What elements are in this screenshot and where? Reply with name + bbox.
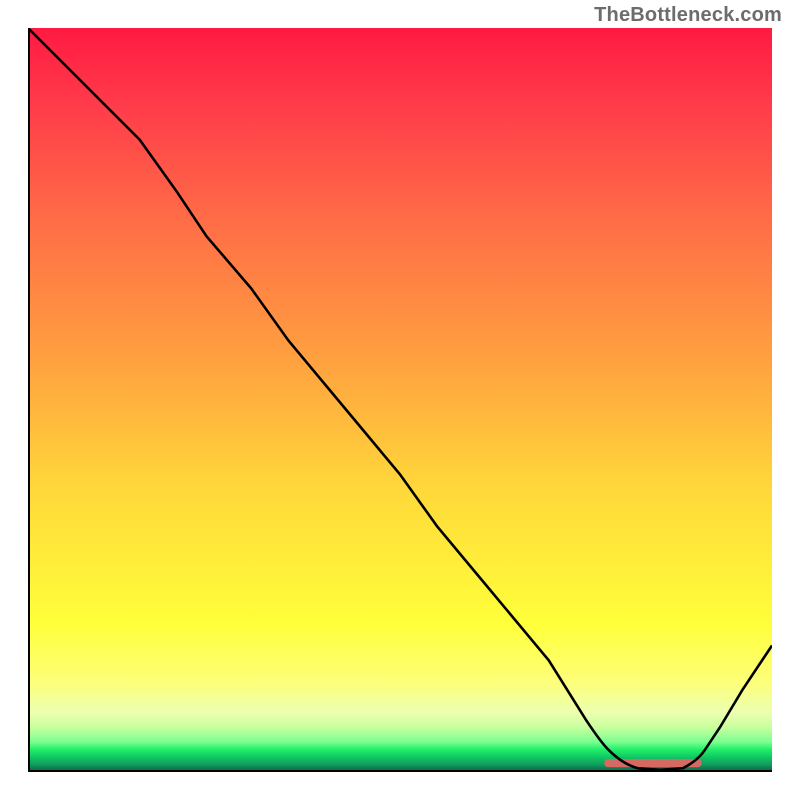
chart-svg (28, 28, 772, 772)
bottleneck-curve (28, 28, 772, 770)
plot-area (28, 28, 772, 772)
watermark-text: TheBottleneck.com (594, 4, 782, 27)
